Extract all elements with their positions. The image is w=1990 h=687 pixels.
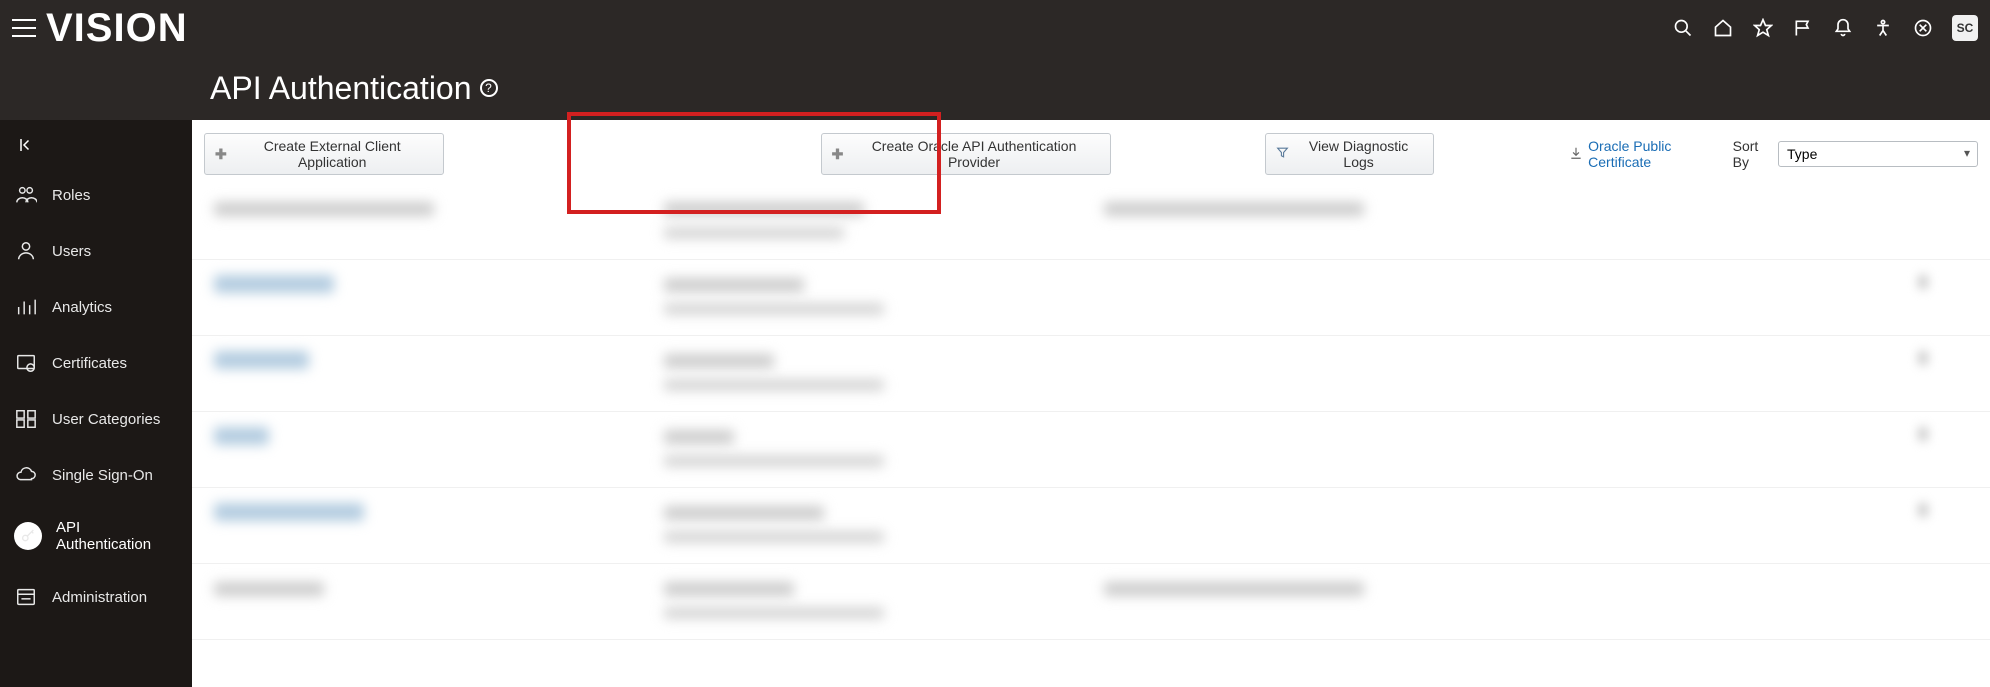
sidebar-item-certificates[interactable]: Certificates	[0, 335, 192, 391]
sidebar-item-label: Analytics	[52, 299, 112, 316]
sidebar-item-api-auth[interactable]: API Authentication	[0, 503, 192, 569]
app-logo: VISION	[46, 6, 188, 51]
users-icon	[14, 239, 38, 263]
cloud-icon	[14, 463, 38, 487]
accessibility-icon[interactable]	[1872, 17, 1894, 39]
button-label: Create Oracle API Authentication Provide…	[848, 138, 1099, 170]
sidebar-item-label: API Authentication	[56, 519, 178, 553]
flag-icon[interactable]	[1792, 17, 1814, 39]
main-content: ✚ Create External Client Application ✚ C…	[192, 120, 1990, 687]
admin-icon	[14, 585, 38, 609]
collapse-sidebar-icon[interactable]	[0, 128, 192, 167]
sidebar-item-label: Roles	[52, 187, 90, 204]
sidebar-item-label: Administration	[52, 589, 147, 606]
search-icon[interactable]	[1672, 17, 1694, 39]
star-icon[interactable]	[1752, 17, 1774, 39]
sort-by-label: Sort By	[1733, 138, 1770, 170]
plus-icon: ✚	[215, 146, 227, 163]
key-icon	[14, 522, 42, 550]
list-row[interactable]	[192, 564, 1990, 640]
sidebar-item-admin[interactable]: Administration	[0, 569, 192, 625]
sidebar-item-analytics[interactable]: Analytics	[0, 279, 192, 335]
list-row[interactable]	[192, 260, 1990, 336]
list-row[interactable]	[192, 412, 1990, 488]
download-icon	[1569, 146, 1583, 163]
link-label: Oracle Public Certificate	[1588, 138, 1732, 170]
button-label: Create External Client Application	[232, 138, 433, 170]
sidebar-item-label: User Categories	[52, 411, 160, 428]
sidebar-item-label: Users	[52, 243, 91, 260]
sidebar-item-roles[interactable]: Roles	[0, 167, 192, 223]
user-categories-icon	[14, 407, 38, 431]
list-row[interactable]	[192, 488, 1990, 564]
list-row[interactable]	[192, 336, 1990, 412]
plus-icon: ✚	[832, 146, 844, 163]
filter-icon	[1276, 146, 1289, 162]
list-row[interactable]	[192, 184, 1990, 260]
sidebar: Roles Users Analytics Certificates User	[0, 120, 192, 687]
roles-icon	[14, 183, 38, 207]
bell-icon[interactable]	[1832, 17, 1854, 39]
sort-by-select[interactable]: Type	[1778, 141, 1978, 167]
help-icon[interactable]: ?	[480, 79, 498, 97]
certificates-icon	[14, 351, 38, 375]
analytics-icon	[14, 295, 38, 319]
create-external-client-button[interactable]: ✚ Create External Client Application	[204, 133, 444, 175]
sidebar-item-sso[interactable]: Single Sign-On	[0, 447, 192, 503]
page-title: API Authentication	[210, 70, 472, 107]
topbar-icon-group: SC	[1672, 15, 1978, 41]
support-icon[interactable]	[1912, 17, 1934, 39]
hamburger-menu-icon[interactable]	[12, 16, 36, 40]
sidebar-item-user-categories[interactable]: User Categories	[0, 391, 192, 447]
user-avatar[interactable]: SC	[1952, 15, 1978, 41]
topbar: VISION SC	[0, 0, 1990, 56]
button-label: View Diagnostic Logs	[1294, 138, 1423, 170]
create-oracle-provider-button[interactable]: ✚ Create Oracle API Authentication Provi…	[821, 133, 1111, 175]
provider-list	[192, 184, 1990, 640]
oracle-public-certificate-link[interactable]: Oracle Public Certificate	[1569, 138, 1732, 170]
page-header: API Authentication ?	[0, 56, 1990, 120]
sidebar-item-users[interactable]: Users	[0, 223, 192, 279]
home-icon[interactable]	[1712, 17, 1734, 39]
view-diagnostic-logs-button[interactable]: View Diagnostic Logs	[1265, 133, 1434, 175]
sidebar-item-label: Certificates	[52, 355, 127, 372]
sidebar-item-label: Single Sign-On	[52, 467, 153, 484]
toolbar: ✚ Create External Client Application ✚ C…	[192, 134, 1990, 174]
